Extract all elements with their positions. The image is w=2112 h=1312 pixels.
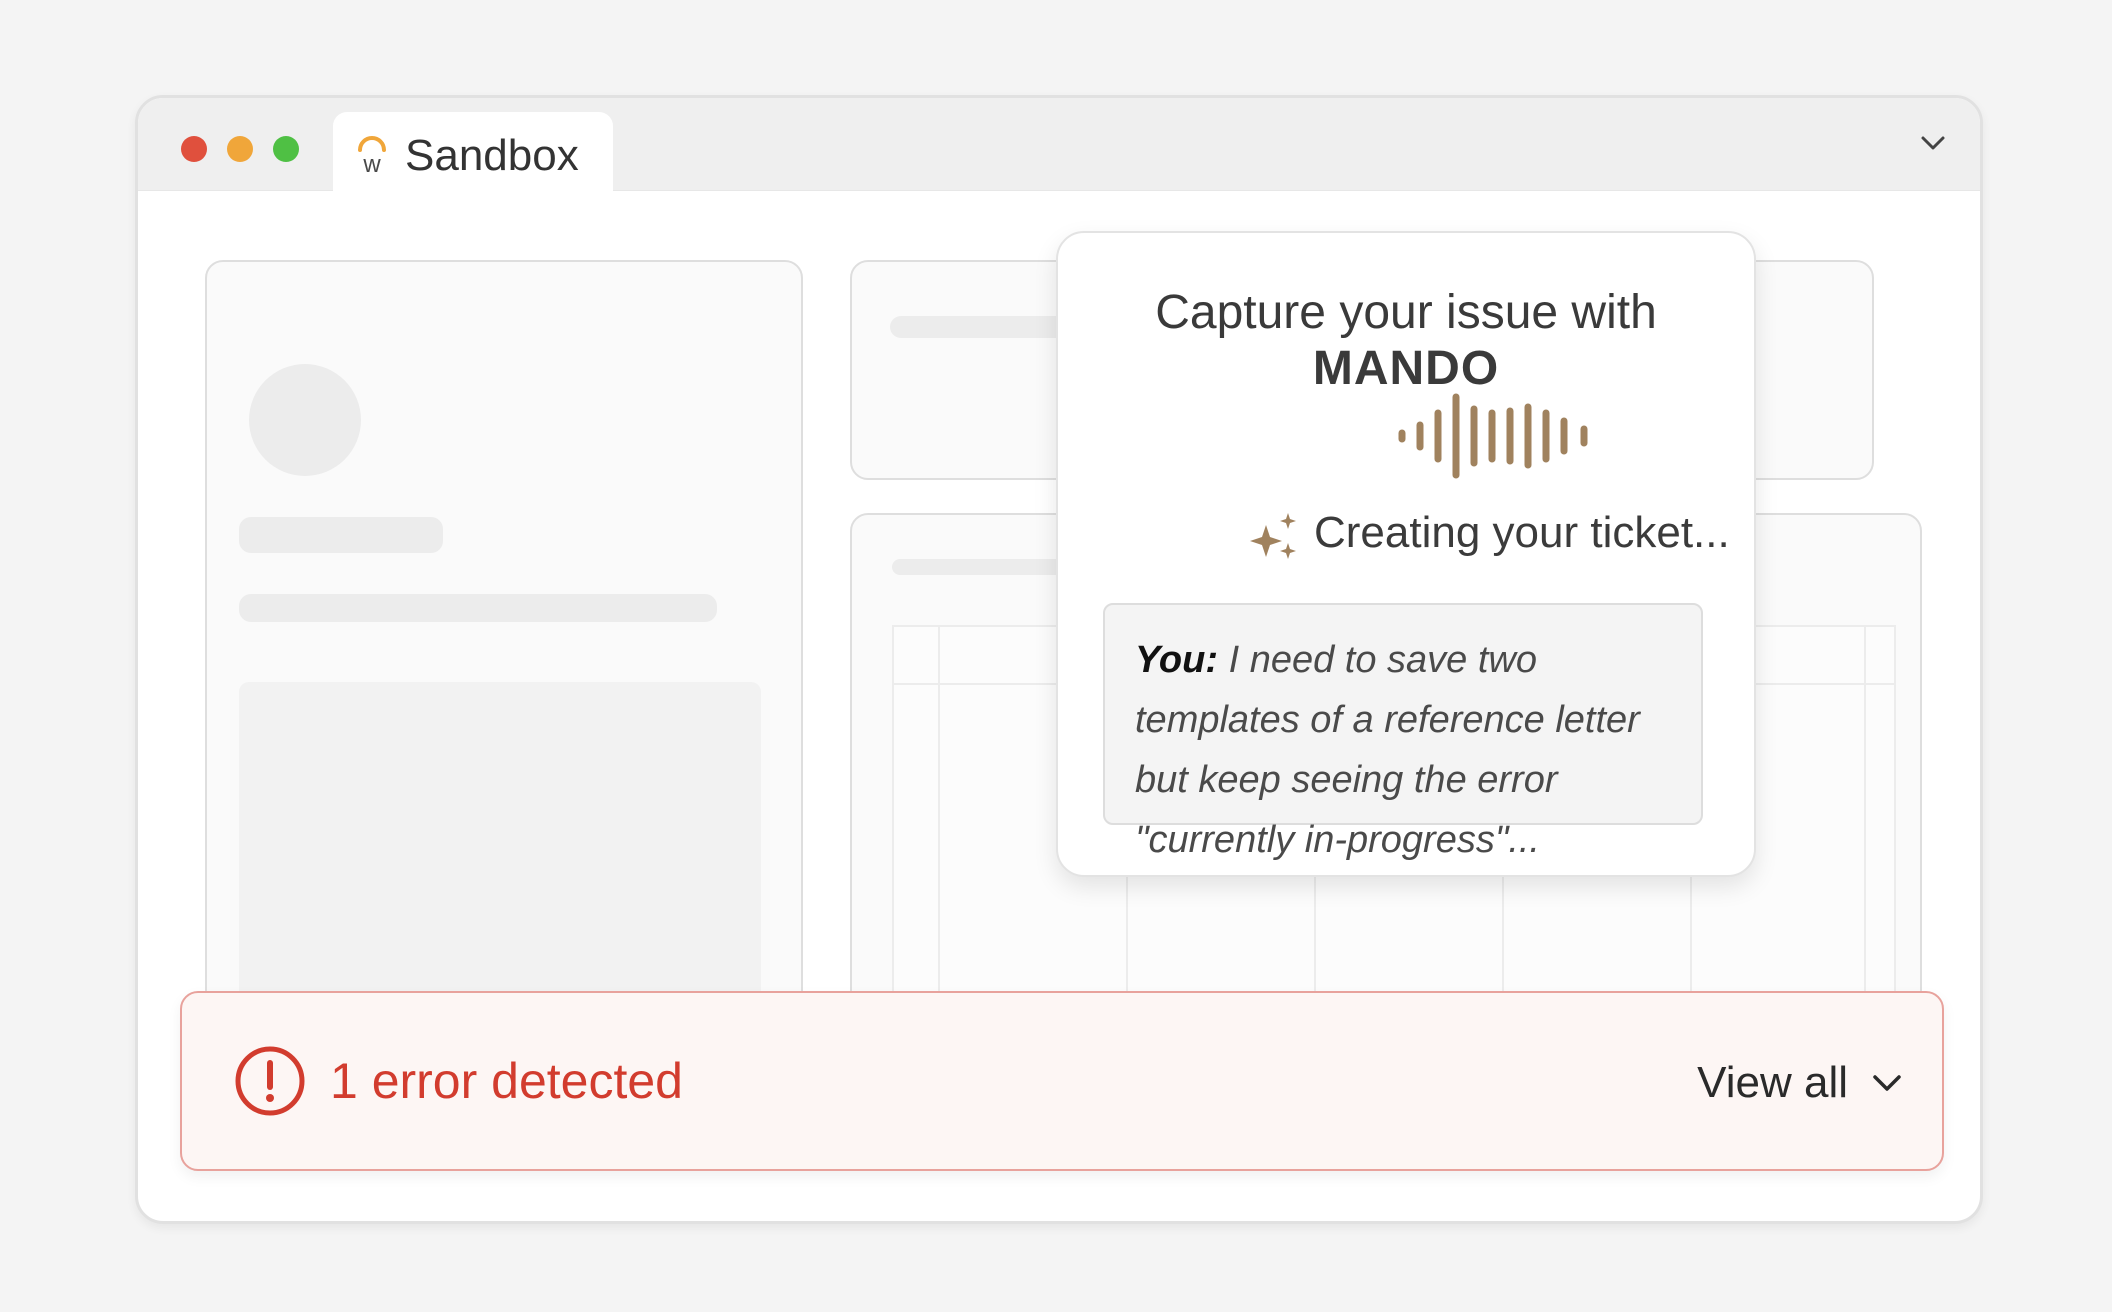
chevron-down-icon [1873,1075,1901,1091]
placeholder-line [239,517,443,553]
transcript-speaker: You: [1135,639,1219,681]
audio-waveform-icon [1398,393,1588,479]
popup-title: Capture your issue with MANDO [1155,286,1657,395]
workday-logo-icon: w [358,136,386,174]
svg-text:w: w [362,151,381,174]
placeholder-line [239,594,717,622]
ticket-status-text: Creating your ticket... [1314,508,1730,557]
sparkle-icon [1250,513,1296,559]
title-bar: w Sandbox [138,98,1980,192]
error-banner: 1 error detected View all [180,991,1944,1171]
chevron-down-icon[interactable] [1920,134,1946,152]
maximize-window-button[interactable] [273,136,299,162]
transcript-box: You: I need to save two templates of a r… [1103,603,1703,861]
view-all-button[interactable]: View all [1697,1055,1902,1111]
browser-window: w Sandbox Capture your issue with MANDO … [135,95,1983,1224]
view-all-label: View all [1697,1058,1848,1107]
brand-name: MANDO [1312,342,1500,395]
tab-sandbox[interactable]: w Sandbox [333,112,613,192]
placeholder-profile-card [205,260,803,1064]
mando-capture-popup: Capture your issue with MANDO Creating y [1056,231,1756,877]
minimize-window-button[interactable] [227,136,253,162]
close-window-button[interactable] [181,136,207,162]
error-count-text: 1 error detected [330,1053,683,1109]
placeholder-avatar [249,364,361,476]
tab-title: Sandbox [405,131,579,180]
error-alert-icon [235,1046,305,1116]
